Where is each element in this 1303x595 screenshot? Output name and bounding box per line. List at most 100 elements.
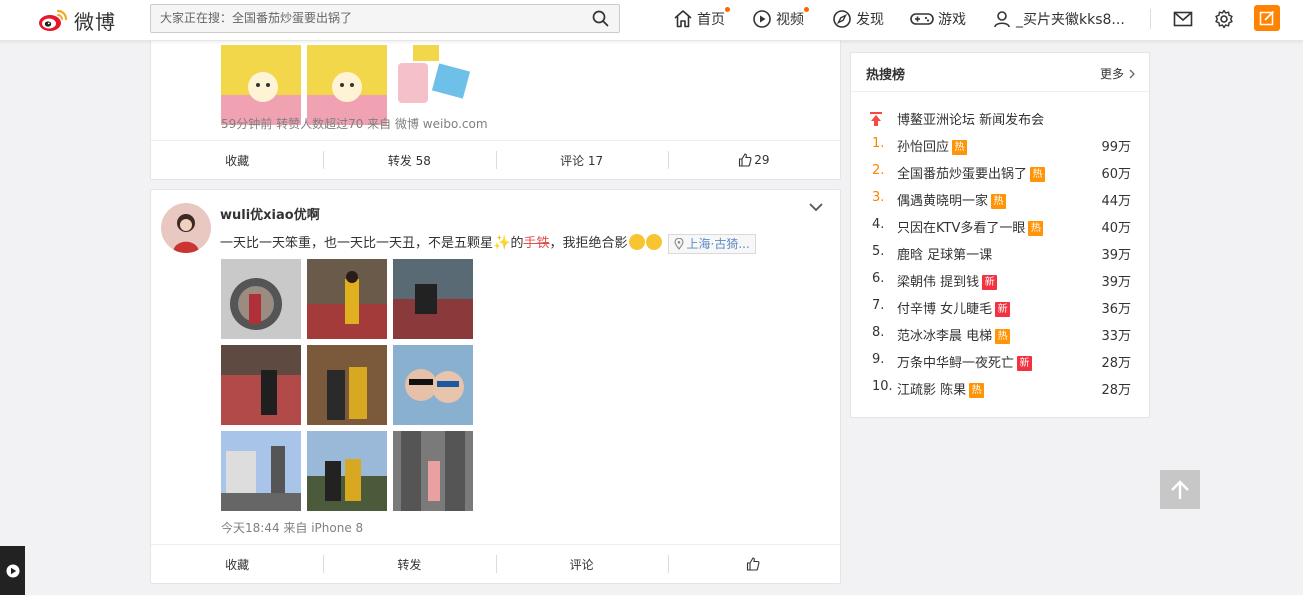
thumbs-up-icon	[739, 153, 752, 167]
feed-post: 59分钟前 转赞人数超过70 来自 微博 weibo.com 收藏 转发 58 …	[150, 20, 841, 180]
player-toggle-button[interactable]	[0, 546, 25, 595]
nav-home-label: 首页	[697, 12, 725, 28]
thumbs-up-icon	[746, 557, 760, 571]
post-image[interactable]	[221, 345, 301, 425]
search-input[interactable]	[151, 5, 580, 30]
compose-icon	[1259, 10, 1275, 26]
hot-search-item[interactable]: 10. 江疏影 陈果热 28万	[851, 374, 1149, 401]
image-thumbnail	[221, 45, 301, 125]
post-author-name[interactable]: wuli优xiao优啊	[220, 204, 320, 223]
chevron-down-icon[interactable]	[808, 202, 824, 212]
settings-button[interactable]	[1213, 8, 1235, 30]
hot-search-rank: 6.	[872, 271, 885, 286]
logo-text: 微博	[74, 9, 116, 34]
location-tag[interactable]: 上海·古猗...	[667, 233, 756, 254]
repost-button[interactable]: 转发 58	[323, 141, 495, 179]
post-image[interactable]	[393, 431, 473, 511]
hot-search-title: 热搜榜	[866, 68, 906, 83]
post-image[interactable]	[393, 45, 473, 125]
like-count: 29	[754, 153, 770, 167]
hot-search-item[interactable]: 6. 梁朝伟 提到钱新 39万	[851, 266, 1149, 293]
hot-badge: 热	[952, 140, 968, 155]
gear-icon	[1215, 9, 1233, 29]
hot-search-rank: 8.	[872, 325, 885, 340]
hot-search-label: 梁朝伟 提到钱新	[897, 271, 998, 290]
search-icon[interactable]	[592, 10, 609, 27]
hot-search-rank: 7.	[872, 298, 885, 313]
collect-button[interactable]: 收藏	[151, 141, 323, 179]
hot-search-rank: 2.	[872, 163, 885, 178]
search-box[interactable]	[150, 4, 620, 33]
repost-button[interactable]: 转发	[323, 545, 495, 583]
gamepad-icon	[910, 13, 934, 25]
image-thumbnail	[307, 45, 387, 125]
post-image[interactable]	[307, 259, 387, 339]
post-image[interactable]	[393, 259, 473, 339]
post-image[interactable]	[221, 259, 301, 339]
nav-video[interactable]: 视频	[752, 0, 809, 38]
post-image[interactable]	[221, 45, 301, 125]
image-thumbnail	[307, 345, 387, 425]
hot-search-label: 江疏影 陈果热	[897, 379, 985, 398]
messages-button[interactable]	[1172, 8, 1194, 30]
chevron-right-icon	[1129, 69, 1135, 78]
hot-search-item[interactable]: 2. 全国番茄炒蛋要出锅了热 60万	[851, 158, 1149, 185]
hot-search-count: 28万	[1101, 356, 1131, 371]
sparkle-emoji: ✨	[493, 235, 511, 251]
hot-search-label: 只因在KTV多看了一眼热	[897, 217, 1044, 236]
weibo-logo[interactable]: 微博	[38, 6, 116, 34]
post-image[interactable]	[307, 431, 387, 511]
post-text-tail: 的	[510, 236, 524, 251]
post-image[interactable]	[307, 345, 387, 425]
nav-discover[interactable]: 发现	[832, 0, 884, 38]
hot-search-label: 博鳌亚洲论坛 新闻发布会	[897, 113, 1045, 128]
nav-home[interactable]: 首页	[673, 0, 730, 38]
top-navigation-bar: 微博 首页 视频	[0, 0, 1303, 41]
hot-search-count: 33万	[1101, 329, 1131, 344]
hot-search-name: 梁朝伟 提到钱	[897, 275, 980, 290]
post-action-bar: 收藏 转发 评论	[151, 544, 840, 583]
hot-search-more-link[interactable]: 更多	[1100, 65, 1135, 82]
back-to-top-button[interactable]	[1160, 470, 1200, 509]
hot-search-panel: 热搜榜 更多 博鳌亚洲论坛 新闻发布会 1. 孙怡回应热 99万 2. 全国番茄炒蛋要出锅…	[850, 52, 1150, 418]
notification-dot	[725, 7, 730, 12]
avatar-image	[161, 203, 211, 253]
hot-search-item[interactable]: 4. 只因在KTV多看了一眼热 40万	[851, 212, 1149, 239]
post-text-after: ，我拒绝合影	[549, 236, 628, 251]
comment-button[interactable]: 评论 17	[495, 141, 668, 179]
nav-games[interactable]: 游戏	[910, 0, 966, 38]
hot-search-count: 36万	[1101, 302, 1131, 317]
nav-profile[interactable]: _买片夹徽kks8...	[992, 0, 1125, 38]
hot-search-item[interactable]: 1. 孙怡回应热 99万	[851, 131, 1149, 158]
hot-search-item[interactable]: 5. 鹿晗 足球第一课 39万	[851, 239, 1149, 266]
hot-search-count: 60万	[1101, 167, 1131, 182]
like-button[interactable]	[667, 545, 840, 583]
post-image[interactable]	[393, 345, 473, 425]
hot-search-item[interactable]: 8. 范冰冰李晨 电梯热 33万	[851, 320, 1149, 347]
avatar[interactable]	[161, 203, 211, 253]
video-icon	[753, 10, 771, 28]
hot-search-count: 40万	[1101, 221, 1131, 236]
hot-search-count: 39万	[1101, 275, 1131, 290]
post-image[interactable]	[221, 431, 301, 511]
collect-button[interactable]: 收藏	[151, 545, 323, 583]
compose-button[interactable]	[1254, 5, 1280, 31]
hot-search-item[interactable]: 7. 付辛博 女儿睫毛新 36万	[851, 293, 1149, 320]
new-badge: 新	[1017, 356, 1033, 371]
hot-search-item[interactable]: 9. 万条中华鲟一夜死亡新 28万	[851, 347, 1149, 374]
location-pin-icon	[673, 237, 684, 250]
post-image[interactable]	[307, 45, 387, 125]
hot-search-name: 孙怡回应	[897, 140, 950, 155]
hot-search-name: 鹿晗 足球第一课	[897, 248, 993, 263]
hot-badge: 热	[1028, 221, 1044, 236]
image-thumbnail	[393, 259, 473, 339]
hot-search-item-pinned[interactable]: 博鳌亚洲论坛 新闻发布会	[851, 104, 1149, 131]
new-badge: 新	[995, 302, 1011, 317]
like-button[interactable]: 29	[667, 141, 840, 179]
image-thumbnail	[307, 259, 387, 339]
hot-search-item[interactable]: 3. 偶遇黄晓明一家热 44万	[851, 185, 1149, 212]
image-thumbnail	[221, 345, 301, 425]
comment-button[interactable]: 评论	[495, 545, 668, 583]
feed-post: wuli优xiao优啊 一天比一天笨重，也一天比一天丑，不是五颗星✨的手铁，我拒…	[150, 189, 841, 584]
arrow-up-icon	[1171, 479, 1189, 499]
